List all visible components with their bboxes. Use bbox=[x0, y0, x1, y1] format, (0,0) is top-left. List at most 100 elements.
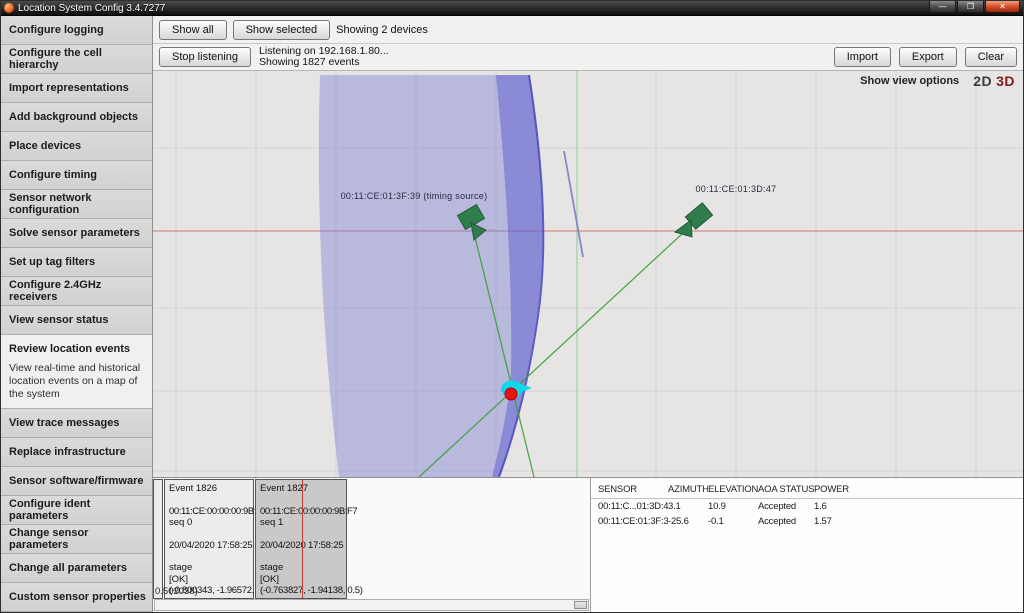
table-header-row[interactable]: SENSOR AZIMUTH ELEVATION AOA STATUS POWE… bbox=[591, 482, 1023, 499]
sidebar-item-label: Configure logging bbox=[9, 24, 104, 36]
event-panel-1826[interactable]: Event 1826 00:11:CE:00:00:00:9B:F7 seq 0… bbox=[164, 479, 254, 599]
sidebar-item-label: Configure timing bbox=[9, 169, 97, 181]
sidebar-item-sensor-software-firmware[interactable]: Sensor software/firmware bbox=[1, 467, 152, 496]
app-icon bbox=[4, 3, 14, 13]
column-header-sensor[interactable]: SENSOR bbox=[598, 484, 668, 495]
show-selected-button[interactable]: Show selected bbox=[233, 20, 331, 40]
listening-status: Listening on 192.168.1.80... Showing 182… bbox=[259, 46, 389, 69]
sidebar-item-label: Place devices bbox=[9, 140, 81, 152]
export-button[interactable]: Export bbox=[899, 47, 957, 67]
sidebar-item-configure-logging[interactable]: Configure logging bbox=[1, 16, 152, 45]
sidebar-item-label: Review location events bbox=[1, 335, 152, 362]
table-row[interactable]: 00:11:CE:01:3F:39 -25.6 -0.1 Accepted 1.… bbox=[591, 514, 1023, 529]
sidebar-item-place-devices[interactable]: Place devices bbox=[1, 132, 152, 161]
sidebar-item-change-sensor-parameters[interactable]: Change sensor parameters bbox=[1, 525, 152, 554]
sidebar-item-review-location-events[interactable]: Review location events View real-time an… bbox=[1, 335, 152, 409]
column-header-azimuth[interactable]: AZIMUTH bbox=[668, 484, 708, 495]
sidebar-item-label: Change sensor parameters bbox=[9, 527, 146, 551]
show-view-options-button[interactable]: Show view options bbox=[860, 75, 959, 87]
sidebar: Configure logging Configure the cell hie… bbox=[1, 16, 153, 612]
sidebar-item-sensor-network-configuration[interactable]: Sensor network configuration bbox=[1, 190, 152, 219]
column-header-aoa-status[interactable]: AOA STATUS bbox=[758, 484, 814, 495]
sidebar-item-view-sensor-status[interactable]: View sensor status bbox=[1, 306, 152, 335]
sidebar-item-configure-24ghz-receivers[interactable]: Configure 2.4GHz receivers bbox=[1, 277, 152, 306]
cell-power: 1.6 bbox=[814, 501, 1023, 512]
sidebar-item-custom-sensor-properties[interactable]: Custom sensor properties bbox=[1, 583, 152, 612]
clear-button[interactable]: Clear bbox=[965, 47, 1017, 67]
stop-listening-button[interactable]: Stop listening bbox=[159, 47, 251, 67]
window-title: Location System Config 3.4.7277 bbox=[18, 3, 929, 14]
showing-devices-text: Showing 2 devices bbox=[336, 24, 428, 36]
sidebar-item-label: Configure 2.4GHz receivers bbox=[9, 279, 146, 303]
title-bar: Location System Config 3.4.7277 — ❐ ✕ bbox=[1, 1, 1023, 16]
maximize-button[interactable]: ❐ bbox=[957, 1, 984, 13]
map-gridlines bbox=[153, 71, 1023, 477]
sidebar-item-label: Add background objects bbox=[9, 111, 138, 123]
cell-azimuth: -25.6 bbox=[668, 516, 708, 527]
sidebar-item-solve-sensor-parameters[interactable]: Solve sensor parameters bbox=[1, 219, 152, 248]
sensor-1-label: 00:11:CE:01:3F:39 (timing source) bbox=[341, 191, 488, 201]
column-header-elevation[interactable]: ELEVATION bbox=[708, 484, 758, 495]
show-all-button[interactable]: Show all bbox=[159, 20, 227, 40]
sidebar-item-import-representations[interactable]: Import representations bbox=[1, 74, 152, 103]
event-scrollbar-thumb[interactable] bbox=[574, 601, 587, 609]
sidebar-item-label: Solve sensor parameters bbox=[9, 227, 140, 239]
cell-azimuth: 3.1 bbox=[668, 501, 708, 512]
sidebar-item-label: Import representations bbox=[9, 82, 129, 94]
timeline-cursor bbox=[302, 480, 303, 598]
column-header-power[interactable]: POWER bbox=[814, 484, 1023, 495]
sidebar-item-label: Sensor network configuration bbox=[9, 192, 146, 216]
sensor-2-icon[interactable] bbox=[675, 203, 713, 237]
minimize-button[interactable]: — bbox=[929, 1, 956, 13]
sensor-readings-table: SENSOR AZIMUTH ELEVATION AOA STATUS POWE… bbox=[591, 478, 1023, 612]
cell-power: 1.57 bbox=[814, 516, 1023, 527]
cell-sensor: 00:11:CE:01:3F:39 bbox=[598, 516, 668, 527]
sidebar-item-label: Sensor software/firmware bbox=[9, 475, 144, 487]
app-window: Location System Config 3.4.7277 — ❐ ✕ Co… bbox=[0, 0, 1024, 613]
cell-elevation: -0.1 bbox=[708, 516, 758, 527]
event-stage: stage bbox=[169, 562, 250, 574]
sidebar-item-change-all-parameters[interactable]: Change all parameters bbox=[1, 554, 152, 583]
sidebar-item-label: Set up tag filters bbox=[9, 256, 95, 268]
import-button[interactable]: Import bbox=[834, 47, 891, 67]
event-partial-text: 0.502038) bbox=[155, 586, 198, 597]
cell-aoa-status: Accepted bbox=[758, 501, 814, 512]
sidebar-item-label: View trace messages bbox=[9, 417, 119, 429]
sidebar-item-description: View real-time and historical location e… bbox=[1, 362, 152, 408]
event-seq: seq 0 bbox=[169, 517, 250, 529]
sensor-2-label: 00:11:CE:01:3D:47 bbox=[696, 184, 777, 194]
view-3d-toggle[interactable]: 3D bbox=[996, 73, 1015, 89]
sidebar-item-cell-hierarchy[interactable]: Configure the cell hierarchy bbox=[1, 45, 152, 74]
event-scrollbar[interactable] bbox=[154, 599, 589, 611]
showing-events-count: Showing 1827 events bbox=[259, 57, 389, 69]
sidebar-item-view-trace-messages[interactable]: View trace messages bbox=[1, 409, 152, 438]
event-timeline[interactable]: 0.502038) Event 1826 00:11:CE:00:00:00:9… bbox=[153, 478, 591, 612]
sidebar-item-configure-timing[interactable]: Configure timing bbox=[1, 161, 152, 190]
close-button[interactable]: ✕ bbox=[985, 1, 1020, 13]
sidebar-item-label: Configure ident parameters bbox=[9, 498, 146, 522]
sidebar-item-label: Custom sensor properties bbox=[9, 591, 146, 603]
sidebar-item-label: Change all parameters bbox=[9, 562, 127, 574]
cell-elevation: 10.9 bbox=[708, 501, 758, 512]
event-tag-mac: 00:11:CE:00:00:00:9B:F7 bbox=[169, 506, 250, 518]
sidebar-item-replace-infrastructure[interactable]: Replace infrastructure bbox=[1, 438, 152, 467]
event-panel-1827[interactable]: Event 1827 00:11:CE:00:00:00:9B:F7 seq 1… bbox=[255, 479, 347, 599]
event-title: Event 1826 bbox=[169, 483, 250, 495]
sidebar-item-label: View sensor status bbox=[9, 314, 108, 326]
event-panel-partial[interactable] bbox=[153, 479, 163, 599]
event-timestamp: 20/04/2020 17:58:25 bbox=[169, 540, 250, 552]
view-2d-toggle[interactable]: 2D bbox=[973, 73, 992, 89]
bearing-segment bbox=[564, 151, 583, 257]
bottom-panel: 0.502038) Event 1826 00:11:CE:00:00:00:9… bbox=[153, 477, 1023, 612]
sidebar-item-add-background-objects[interactable]: Add background objects bbox=[1, 103, 152, 132]
cell-sensor: 00:11:C...01:3D:47 bbox=[598, 501, 668, 512]
tag-position-marker[interactable] bbox=[501, 381, 532, 401]
map-canvas: 00:11:CE:01:3F:39 (timing source) 00:11:… bbox=[153, 71, 1023, 477]
map-view-controls: Show view options 2D 3D bbox=[860, 73, 1015, 89]
location-map[interactable]: 00:11:CE:01:3F:39 (timing source) 00:11:… bbox=[153, 71, 1023, 477]
sidebar-item-set-up-tag-filters[interactable]: Set up tag filters bbox=[1, 248, 152, 277]
event-status: [OK] bbox=[169, 574, 250, 586]
listening-toolbar: Stop listening Listening on 192.168.1.80… bbox=[153, 44, 1023, 71]
table-row[interactable]: 00:11:C...01:3D:47 3.1 10.9 Accepted 1.6 bbox=[591, 499, 1023, 514]
sidebar-item-configure-ident-parameters[interactable]: Configure ident parameters bbox=[1, 496, 152, 525]
